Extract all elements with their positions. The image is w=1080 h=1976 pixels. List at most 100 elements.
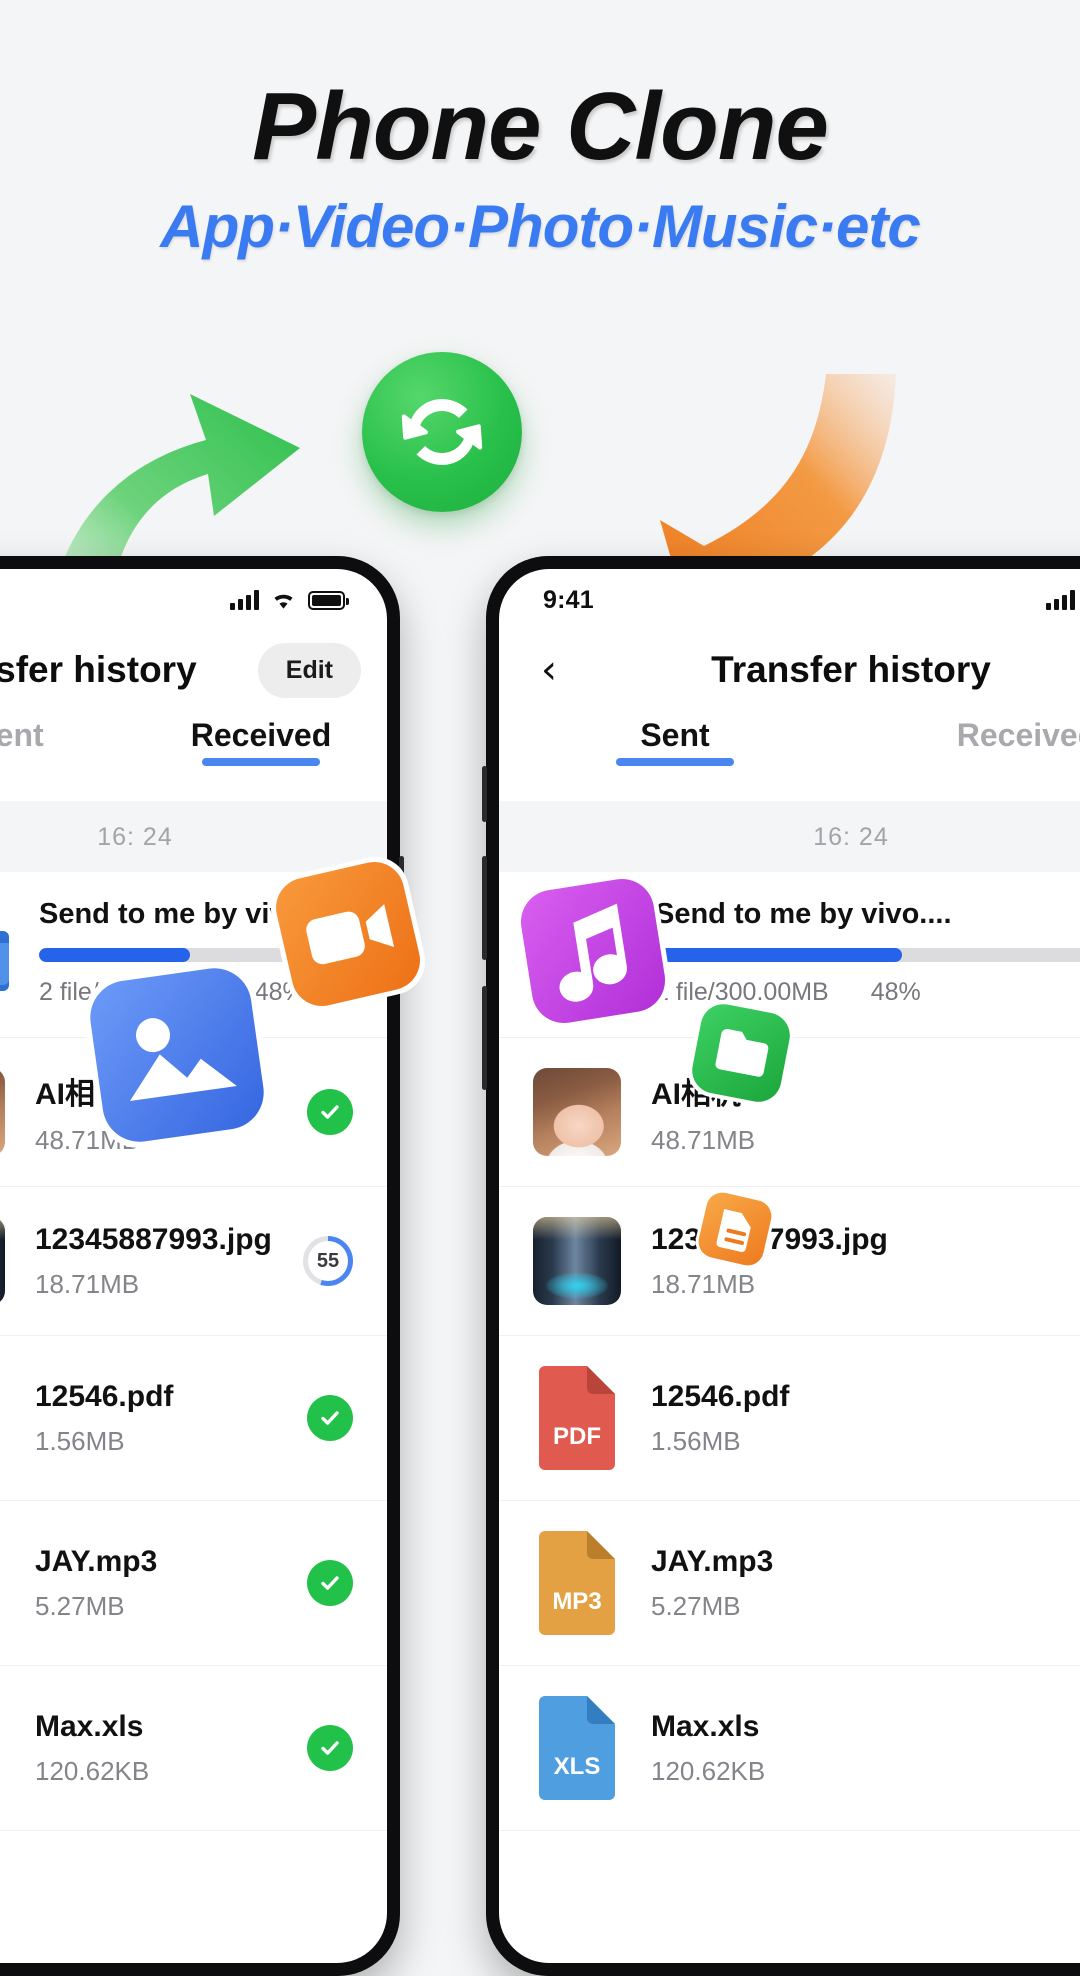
tab-underline: [202, 758, 320, 766]
nav-bar-left: Transfer history Edit: [0, 631, 387, 709]
transfer-progress-bar: [655, 948, 1080, 962]
photo-girl-thumb: [533, 1068, 621, 1156]
file-text: 12546.pdf 1.56MB: [35, 1380, 277, 1457]
list-item[interactable]: 12345887993.jpg 18.71MB 55: [0, 1187, 387, 1336]
transfer-progress-fill: [655, 948, 902, 962]
status-bar-left: [0, 569, 387, 631]
phone-mockup-left: Transfer history Edit Sent Received 16: …: [0, 556, 404, 1976]
file-size: 18.71MB: [651, 1268, 756, 1299]
file-name: 12546.pdf: [651, 1379, 790, 1413]
tab-received-label: Received: [956, 717, 1080, 753]
file-size: 18.71MB: [35, 1268, 140, 1299]
list-item[interactable]: MP3 JAY.mp3 5.27MB: [499, 1501, 1080, 1666]
hero-section: Phone Clone App·Video·Photo·Music·etc: [0, 0, 1080, 300]
tab-underline: [616, 758, 734, 766]
file-list-left: AI相机 48.71MB 12345887993.jpg 18.71MB 55: [0, 1037, 387, 1831]
list-item[interactable]: XLS Max.xls 120.62KB: [0, 1666, 387, 1831]
file-size: 1.56MB: [35, 1425, 125, 1456]
list-item[interactable]: XLS Max.xls 120.62KB: [499, 1666, 1080, 1831]
xls-file-icon: XLS: [0, 1696, 5, 1800]
transfer-percent: 48%: [870, 978, 921, 1006]
progress-ring-icon: 55: [303, 1236, 353, 1286]
file-name: JAY.mp3: [35, 1544, 158, 1578]
folder-icon: [0, 930, 9, 991]
tab-received-label: Received: [190, 717, 332, 753]
list-item[interactable]: MP3 JAY.mp3 5.27MB: [0, 1501, 387, 1666]
tab-bar-right: Sent Received: [499, 709, 1080, 801]
check-circle-icon: [307, 1725, 353, 1771]
transfer-name: Send to me by vivo....: [655, 898, 952, 930]
volume-up-button[interactable]: [482, 856, 487, 960]
tab-sent-label: Sent: [640, 717, 710, 753]
list-item[interactable]: PDF 12546.pdf 1.56MB: [0, 1336, 387, 1501]
tab-bar-left: Sent Received: [0, 709, 387, 801]
svg-text:XLS: XLS: [554, 1753, 601, 1780]
list-item[interactable]: PDF 12546.pdf 1.56MB: [499, 1336, 1080, 1501]
file-text: 12345887993.jpg 18.71MB: [35, 1223, 273, 1300]
file-text: 12546.pdf 1.56MB: [651, 1380, 1080, 1457]
screen-right: 9:41 ‹ Transfer history Sent Received: [499, 569, 1080, 1963]
pdf-file-icon: PDF: [0, 1366, 5, 1470]
battery-icon: [308, 590, 349, 610]
pdf-file-icon: PDF: [539, 1366, 615, 1470]
wifi-icon: [270, 590, 297, 610]
file-size: 5.27MB: [35, 1590, 125, 1621]
photo-sticker-icon: [84, 962, 270, 1148]
list-item[interactable]: 12345887993.jpg 18.71MB: [499, 1187, 1080, 1336]
edit-button[interactable]: Edit: [257, 642, 361, 698]
timestamp-right: 16: 24: [499, 801, 1080, 872]
file-size: 1.56MB: [651, 1425, 741, 1456]
mp3-file-icon: MP3: [0, 1531, 5, 1635]
page-title-left: Transfer history: [0, 649, 197, 690]
tab-received[interactable]: Received: [851, 717, 1080, 754]
sync-badge: [362, 352, 522, 512]
cellular-bars-icon: [230, 590, 259, 610]
file-size: 5.27MB: [651, 1590, 741, 1621]
volume-down-button[interactable]: [482, 986, 487, 1090]
tab-sent-label: Sent: [0, 717, 44, 753]
tab-sent[interactable]: Sent: [0, 717, 135, 754]
file-text: JAY.mp3 5.27MB: [651, 1545, 1080, 1622]
file-name: Max.xls: [35, 1709, 144, 1743]
photo-street-thumb: [0, 1217, 5, 1305]
xls-file-icon: XLS: [539, 1696, 615, 1800]
file-name: JAY.mp3: [651, 1544, 774, 1578]
video-sticker-icon: [270, 856, 426, 1012]
transfer-progress-fill: [39, 948, 190, 962]
file-name: 12546.pdf: [35, 1379, 174, 1413]
cellular-bars-icon: [1046, 590, 1075, 610]
file-name: Max.xls: [651, 1709, 760, 1743]
photo-girl-thumb: [0, 1068, 5, 1156]
screen-left: Transfer history Edit Sent Received 16: …: [0, 569, 387, 1963]
chevron-left-icon[interactable]: ‹: [525, 650, 573, 690]
mute-button[interactable]: [482, 766, 487, 822]
progress-ring-label: 55: [308, 1241, 348, 1281]
photo-street-thumb: [533, 1217, 621, 1305]
mp3-file-icon: MP3: [539, 1531, 615, 1635]
page-subtitle: App·Video·Photo·Music·etc: [160, 193, 920, 260]
transfer-info: Send to me by vivo.... 2 file/300.00MB 4…: [655, 898, 1080, 1007]
sync-refresh-icon: [401, 399, 483, 465]
file-text: Max.xls 120.62KB: [651, 1710, 1080, 1787]
music-sticker-icon: [515, 873, 671, 1029]
tab-sent[interactable]: Sent: [499, 717, 851, 766]
file-list-right: AI相机 48.71MB 12345887993.jpg 18.71MB PDF: [499, 1037, 1080, 1831]
status-icons: [230, 590, 349, 610]
check-circle-icon: [307, 1089, 353, 1135]
svg-text:PDF: PDF: [553, 1423, 601, 1450]
file-text: Max.xls 120.62KB: [35, 1710, 277, 1787]
file-name: 12345887993.jpg: [35, 1222, 272, 1256]
phone-mockup-right: 9:41 ‹ Transfer history Sent Received: [482, 556, 1080, 1976]
nav-bar-right: ‹ Transfer history: [499, 631, 1080, 709]
file-text: JAY.mp3 5.27MB: [35, 1545, 277, 1622]
tab-received[interactable]: Received: [135, 717, 387, 766]
file-size: 120.62KB: [35, 1755, 150, 1786]
page-title-right: Transfer history: [711, 649, 991, 690]
status-icons: [1046, 590, 1080, 610]
page-title: Phone Clone: [252, 73, 829, 180]
svg-text:MP3: MP3: [552, 1588, 601, 1615]
check-circle-icon: [307, 1395, 353, 1441]
status-bar-right: 9:41: [499, 569, 1080, 631]
file-size: 48.71MB: [651, 1124, 756, 1155]
status-time: 9:41: [543, 585, 594, 614]
